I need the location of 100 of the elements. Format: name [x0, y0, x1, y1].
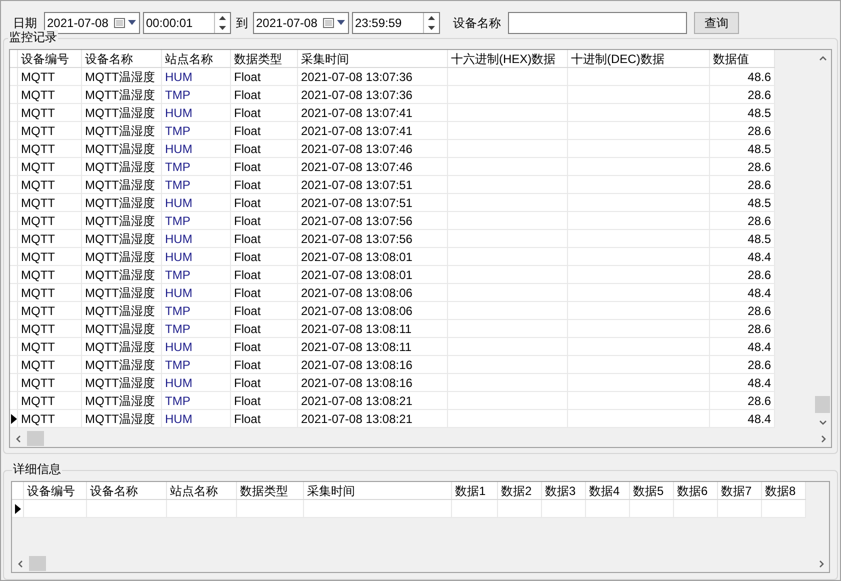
scroll-right-icon[interactable] [816, 560, 824, 568]
table-cell: MQTT [21, 376, 55, 390]
table-cell: 2021-07-08 13:08:16 [301, 358, 412, 372]
column-header[interactable]: 数据类型 [237, 482, 304, 499]
table-cell: MQTT [21, 358, 55, 372]
table-cell: MQTT温湿度 [85, 304, 155, 318]
current-row-icon [10, 414, 16, 424]
table-cell: Float [234, 124, 261, 138]
table-cell: MQTT [21, 412, 55, 426]
table-cell: Float [234, 358, 261, 372]
table-cell: MQTT [21, 394, 55, 408]
scroll-thumb[interactable] [27, 431, 44, 446]
column-header[interactable]: 设备编号 [24, 482, 87, 499]
table-cell: 48.5 [748, 232, 771, 246]
table-cell: Float [234, 268, 261, 282]
table-cell: MQTT温湿度 [85, 160, 155, 174]
spin-down-icon[interactable] [219, 26, 226, 30]
table-cell: MQTT温湿度 [85, 232, 155, 246]
table-cell: 2021-07-08 13:08:06 [301, 286, 412, 300]
column-header[interactable]: 数据6 [674, 482, 718, 499]
row-header[interactable] [12, 500, 24, 517]
table-cell: HUM [165, 376, 192, 390]
column-header[interactable]: 设备名称 [82, 50, 162, 67]
group-title: 详细信息 [12, 462, 62, 476]
table-cell: MQTT [21, 142, 55, 156]
table-cell: MQTT温湿度 [85, 142, 155, 156]
scroll-down-icon[interactable] [818, 418, 826, 426]
table-cell: 2021-07-08 13:07:41 [301, 124, 412, 138]
column-header[interactable]: 设备名称 [87, 482, 167, 499]
table-cell: TMP [165, 268, 190, 282]
date-picker[interactable]: 2021-07-08 [253, 12, 349, 34]
table-cell: MQTT [21, 70, 55, 84]
group-title: 监控记录 [8, 30, 58, 44]
table-cell: MQTT [21, 322, 55, 336]
horizontal-scrollbar[interactable] [10, 430, 831, 447]
date-label: 日期 [13, 15, 37, 31]
calendar-icon [114, 18, 125, 28]
column-header[interactable]: 数据2 [498, 482, 542, 499]
table-cell: 2021-07-08 13:07:46 [301, 160, 412, 174]
table-cell: HUM [165, 286, 192, 300]
device-name-label: 设备名称 [453, 15, 501, 32]
column-header[interactable]: 设备编号 [18, 50, 82, 67]
table-cell: Float [234, 376, 261, 390]
table-cell: MQTT [21, 340, 55, 354]
table-cell: HUM [165, 142, 192, 156]
table-cell: TMP [165, 322, 190, 336]
time-field[interactable]: 23:59:59 [352, 12, 440, 34]
column-header[interactable]: 数据3 [542, 482, 586, 499]
column-header[interactable]: 采集时间 [298, 50, 448, 67]
table-cell: 2021-07-08 13:08:01 [301, 268, 412, 282]
table-cell: 2021-07-08 13:07:51 [301, 178, 412, 192]
table-cell: MQTT [21, 214, 55, 228]
table-cell: MQTT [21, 250, 55, 264]
to-label: 到 [236, 15, 248, 32]
column-header[interactable]: 数据8 [762, 482, 806, 499]
scroll-left-icon[interactable] [16, 560, 24, 568]
scroll-thumb[interactable] [29, 556, 46, 571]
scroll-thumb[interactable] [815, 396, 830, 413]
table-cell: 28.6 [748, 124, 771, 138]
table-cell: HUM [165, 250, 192, 264]
table-cell: HUM [165, 196, 192, 210]
table-cell: HUM [165, 106, 192, 120]
table-cell: MQTT [21, 232, 55, 246]
column-header[interactable]: 数据1 [452, 482, 498, 499]
table-cell: MQTT [21, 304, 55, 318]
spin-down-icon[interactable] [428, 26, 435, 30]
row-header[interactable] [10, 410, 18, 427]
column-header[interactable]: 站点名称 [162, 50, 231, 67]
scroll-up-icon[interactable] [818, 54, 826, 62]
table-cell: Float [234, 322, 261, 336]
table-cell: HUM [165, 70, 192, 84]
table-cell: 28.6 [748, 358, 771, 372]
column-header[interactable]: 站点名称 [167, 482, 237, 499]
column-header[interactable]: 数据5 [630, 482, 674, 499]
spin-up-icon[interactable] [219, 16, 226, 20]
column-header[interactable]: 十进制(DEC)数据 [568, 50, 710, 67]
table-cell: HUM [165, 340, 192, 354]
table-cell: 28.6 [748, 322, 771, 336]
table-cell: 2021-07-08 13:08:21 [301, 394, 412, 408]
column-header[interactable]: 采集时间 [304, 482, 452, 499]
table-cell: TMP [165, 178, 190, 192]
time-field[interactable]: 00:00:01 [143, 12, 231, 34]
table-cell: MQTT温湿度 [85, 106, 155, 120]
table-cell: 48.5 [748, 196, 771, 210]
column-header[interactable]: 数据4 [586, 482, 630, 499]
device-name-field[interactable] [508, 12, 687, 34]
table-cell: 48.4 [748, 340, 771, 354]
table-cell: 2021-07-08 13:08:21 [301, 412, 412, 426]
scroll-right-icon[interactable] [818, 434, 826, 442]
table-cell: MQTT温湿度 [85, 376, 155, 390]
spin-up-icon[interactable] [428, 16, 435, 20]
query-button[interactable]: 查询 [694, 12, 739, 34]
column-header[interactable]: 数据类型 [231, 50, 298, 67]
column-header[interactable]: 数据值 [710, 50, 775, 67]
table-cell: 2021-07-08 13:07:41 [301, 106, 412, 120]
current-row-icon [14, 504, 20, 514]
column-header[interactable]: 数据7 [718, 482, 762, 499]
table-cell: Float [234, 250, 261, 264]
scroll-left-icon[interactable] [14, 434, 22, 442]
column-header[interactable]: 十六进制(HEX)数据 [448, 50, 568, 67]
